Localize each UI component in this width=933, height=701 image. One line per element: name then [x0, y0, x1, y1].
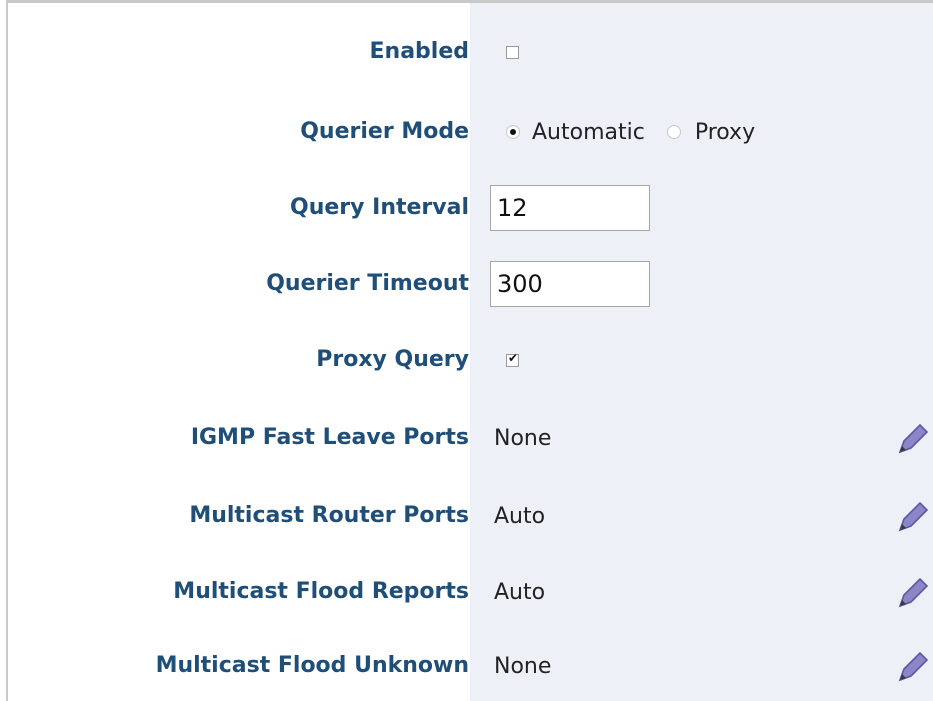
edit-pencil-icon[interactable] [896, 500, 930, 534]
multicast-flood-unknown-label: Multicast Flood Unknown [155, 653, 469, 678]
edit-pencil-icon[interactable] [896, 576, 930, 610]
multicast-flood-unknown-row: Multicast Flood Unknown None [8, 646, 933, 686]
multicast-flood-reports-text: Auto [494, 579, 546, 605]
querier-timeout-value [484, 261, 650, 307]
proxy-query-checkbox[interactable] [506, 351, 519, 367]
query-interval-label: Query Interval [290, 195, 469, 220]
igmp-fast-leave-ports-text: None [494, 425, 552, 451]
query-interval-input[interactable] [490, 185, 650, 231]
multicast-router-ports-row: Multicast Router Ports Auto [8, 496, 933, 536]
proxy-query-row: Proxy Query [8, 340, 933, 380]
multicast-router-ports-value: Auto [484, 496, 545, 536]
querier-timeout-row: Querier Timeout [8, 261, 933, 307]
enabled-row: Enabled [8, 32, 933, 72]
querier-mode-options: Automatic Proxy [484, 112, 755, 152]
query-interval-value [484, 185, 650, 231]
enabled-value [484, 32, 519, 72]
enabled-checkbox[interactable] [506, 45, 519, 59]
querier-mode-row: Querier Mode Automatic Proxy [8, 112, 933, 152]
multicast-flood-unknown-value: None [484, 646, 551, 686]
enabled-label: Enabled [369, 39, 470, 64]
multicast-router-ports-text: Auto [494, 503, 546, 529]
querier-timeout-input[interactable] [490, 261, 650, 307]
querier-mode-automatic-label[interactable]: Automatic [532, 120, 645, 145]
querier-mode-automatic-radio[interactable] [506, 125, 520, 139]
igmp-fast-leave-ports-label: IGMP Fast Leave Ports [190, 425, 469, 450]
proxy-query-value [484, 340, 519, 380]
igmp-fast-leave-ports-row: IGMP Fast Leave Ports None [8, 418, 933, 458]
proxy-query-label: Proxy Query [316, 347, 469, 372]
querier-mode-label: Querier Mode [300, 119, 469, 144]
multicast-router-ports-label: Multicast Router Ports [189, 503, 469, 528]
multicast-flood-reports-label: Multicast Flood Reports [173, 579, 469, 604]
multicast-flood-reports-value: Auto [484, 572, 545, 612]
multicast-flood-unknown-text: None [494, 653, 552, 679]
multicast-flood-reports-row: Multicast Flood Reports Auto [8, 572, 933, 612]
querier-mode-proxy-radio[interactable] [666, 125, 681, 139]
igmp-fast-leave-ports-value: None [484, 418, 551, 458]
edit-pencil-icon[interactable] [896, 422, 930, 456]
edit-pencil-icon[interactable] [896, 650, 930, 684]
querier-timeout-label: Querier Timeout [266, 271, 469, 296]
querier-mode-proxy-label[interactable]: Proxy [695, 120, 755, 145]
query-interval-row: Query Interval [8, 185, 933, 231]
